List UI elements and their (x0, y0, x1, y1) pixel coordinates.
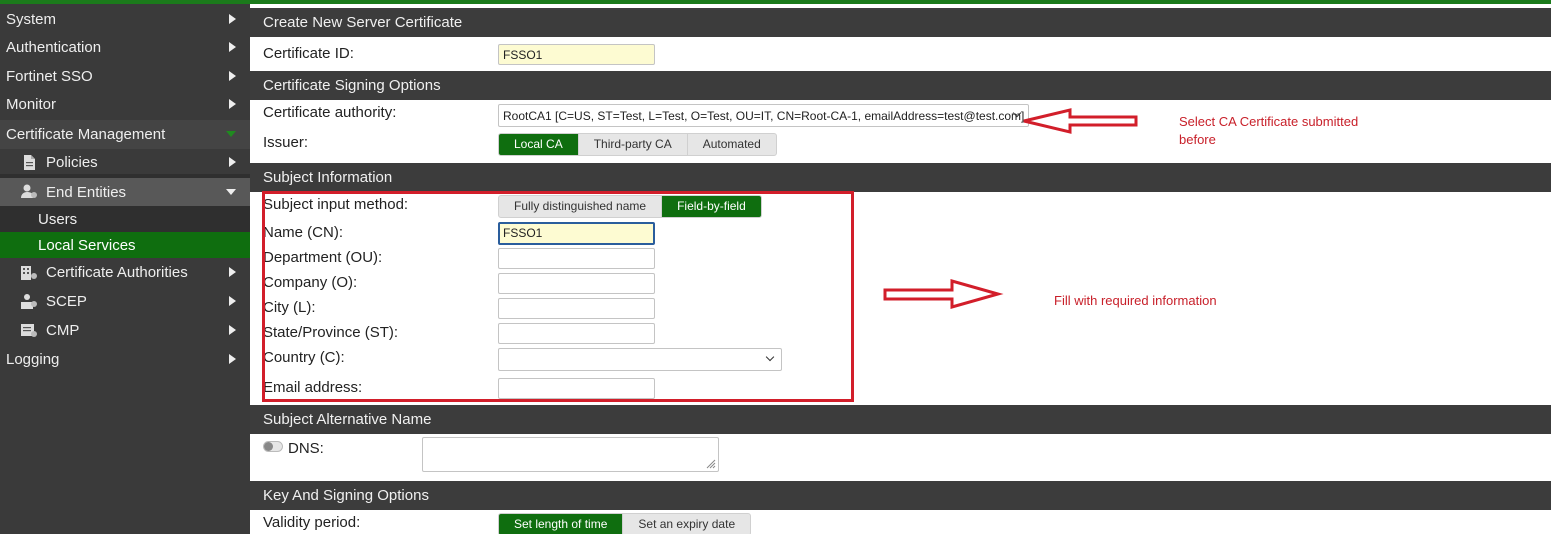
section-signing-options: Certificate Signing Options (250, 71, 1551, 100)
scep-icon (21, 294, 37, 309)
name-cn-label: Name (CN): (263, 224, 344, 241)
annotation-ca-note-line2: before (1179, 132, 1216, 147)
sidebar-item-end-entities[interactable]: End Entities (0, 178, 250, 206)
email-address-label: Email address: (263, 379, 363, 396)
validity-option-length[interactable]: Set length of time (499, 514, 624, 534)
chevron-right-icon (229, 354, 236, 364)
annotation-ca-note-line1: Select CA Certificate submitted (1179, 114, 1359, 129)
cmp-icon (21, 324, 37, 337)
section-subject-alternative-name: Subject Alternative Name (250, 405, 1551, 434)
validity-option-expiry[interactable]: Set an expiry date (623, 514, 750, 534)
building-cert-icon (21, 266, 37, 280)
department-ou-label: Department (OU): (263, 249, 383, 266)
issuer-option-third-party-ca[interactable]: Third-party CA (579, 134, 688, 155)
subject-input-method-label: Subject input method: (263, 196, 409, 213)
chevron-right-icon (229, 99, 236, 109)
issuer-label: Issuer: (263, 134, 309, 151)
state-st-label: State/Province (ST): (263, 324, 399, 341)
chevron-right-icon (229, 14, 236, 24)
sidebar-item-local-services[interactable]: Local Services (0, 232, 250, 258)
sidebar-item-logging[interactable]: Logging (0, 346, 250, 373)
certificate-id-input[interactable]: FSSO1 (498, 44, 655, 65)
toggle-knob (264, 442, 273, 451)
company-o-label: Company (O): (263, 274, 358, 291)
chevron-right-icon (229, 296, 236, 306)
sidebar-item-cmp[interactable]: CMP (0, 317, 250, 344)
input-method-fully-distinguished[interactable]: Fully distinguished name (499, 196, 663, 217)
annotation-arrow-right-icon (883, 279, 1004, 309)
main-form: Create New Server Certificate Certificat… (250, 4, 1551, 534)
ca-select[interactable]: RootCA1 [C=US, ST=Test, L=Test, O=Test, … (498, 104, 1029, 127)
user-cert-icon (21, 184, 37, 198)
city-l-input[interactable] (498, 298, 655, 319)
document-icon (24, 155, 35, 170)
sidebar-item-scep[interactable]: SCEP (0, 288, 250, 315)
sidebar-item-users[interactable]: Users (0, 206, 250, 232)
chevron-right-icon (229, 42, 236, 52)
dns-label: DNS: (288, 440, 324, 457)
sidebar-item-policies[interactable]: Policies (0, 149, 250, 176)
name-cn-input[interactable]: FSSO1 (498, 222, 655, 245)
input-method-field-by-field[interactable]: Field-by-field (662, 196, 761, 217)
chevron-down-icon (765, 352, 775, 362)
sidebar-item-certificate-authorities[interactable]: Certificate Authorities (0, 259, 250, 286)
sidebar-item-certificate-management[interactable]: Certificate Management (0, 120, 250, 149)
validity-period-toggle: Set length of time Set an expiry date (498, 513, 752, 534)
resize-handle-icon[interactable] (706, 459, 716, 469)
country-c-label: Country (C): (263, 349, 345, 366)
chevron-right-icon (229, 157, 236, 167)
dns-toggle-switch[interactable] (263, 441, 283, 452)
issuer-option-automated[interactable]: Automated (688, 134, 776, 155)
subject-input-method-toggle: Fully distinguished name Field-by-field (498, 195, 762, 218)
country-c-select[interactable] (498, 348, 782, 371)
annotation-fill-note: Fill with required information (1054, 293, 1217, 308)
sidebar-item-monitor[interactable]: Monitor (0, 91, 250, 118)
annotation-arrow-left-icon (1023, 108, 1138, 134)
chevron-down-icon (226, 131, 236, 137)
company-o-input[interactable] (498, 273, 655, 294)
dns-textarea[interactable] (422, 437, 719, 472)
issuer-toggle: Local CA Third-party CA Automated (498, 133, 777, 156)
page-title: Create New Server Certificate (250, 8, 1551, 37)
sidebar-item-authentication[interactable]: Authentication (0, 34, 250, 61)
certificate-id-label: Certificate ID: (263, 45, 354, 62)
section-subject-information: Subject Information (250, 163, 1551, 192)
issuer-option-local-ca[interactable]: Local CA (499, 134, 579, 155)
sidebar-item-fortinet-sso[interactable]: Fortinet SSO (0, 63, 250, 90)
department-ou-input[interactable] (498, 248, 655, 269)
city-l-label: City (L): (263, 299, 316, 316)
section-key-signing-options: Key And Signing Options (250, 481, 1551, 510)
chevron-down-icon (226, 189, 236, 195)
sidebar-item-system[interactable]: System (0, 6, 250, 33)
chevron-right-icon (229, 267, 236, 277)
email-address-input[interactable] (498, 378, 655, 399)
sidebar: System Authentication Fortinet SSO Monit… (0, 4, 250, 534)
ca-label: Certificate authority: (263, 104, 397, 121)
chevron-right-icon (229, 71, 236, 81)
chevron-right-icon (229, 325, 236, 335)
validity-period-label: Validity period: (263, 514, 361, 531)
state-st-input[interactable] (498, 323, 655, 344)
